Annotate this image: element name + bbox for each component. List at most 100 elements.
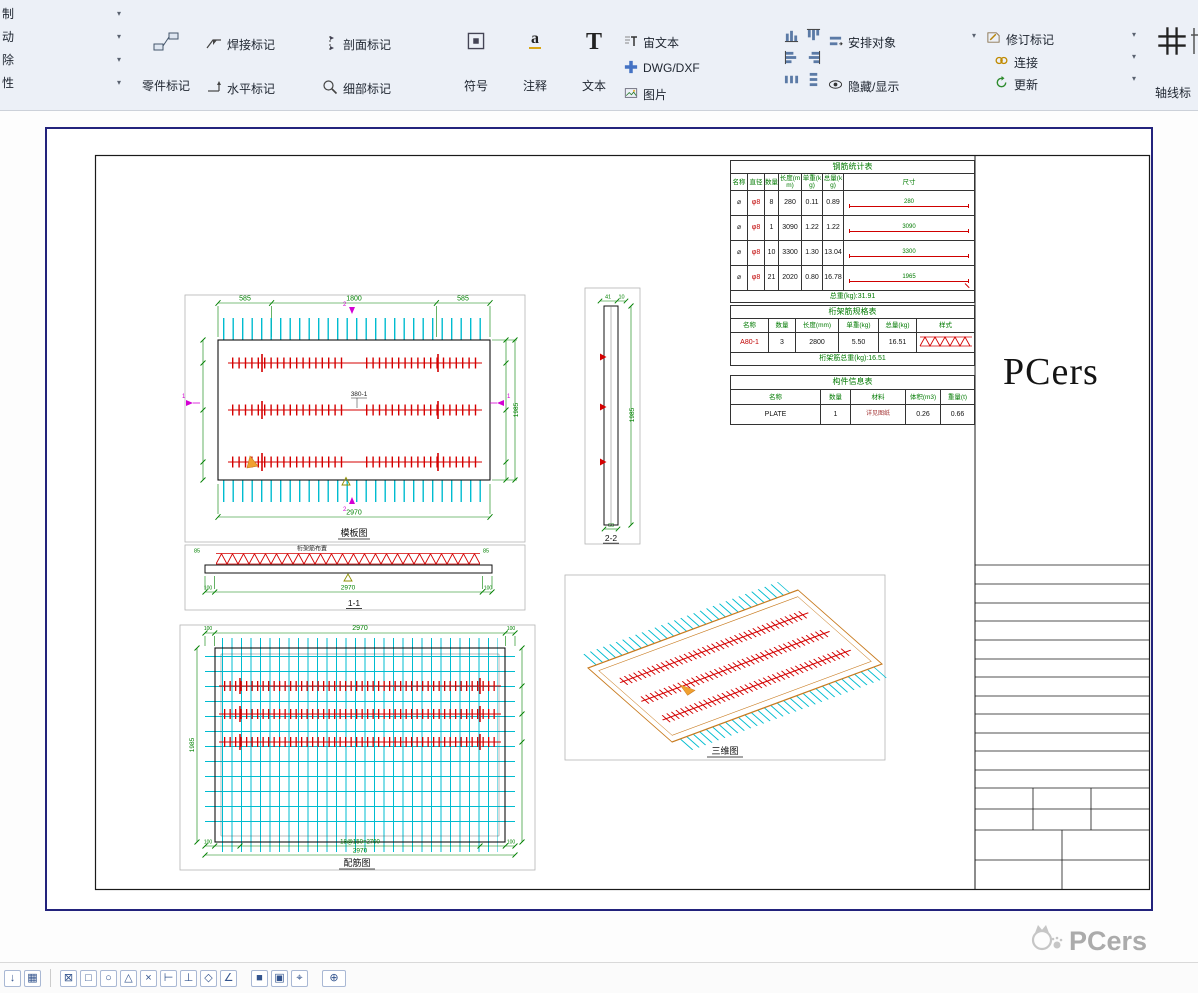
text-button[interactable]: T 文本 (568, 28, 620, 96)
toolbar-separator (50, 969, 51, 987)
dwg-dxf-label: DWG/DXF (643, 61, 700, 75)
table-title-row: 钢筋统计表 (731, 161, 975, 174)
refresh-icon (994, 75, 1009, 93)
chevron-down-icon[interactable]: ▾ (1132, 75, 1136, 83)
revision-mark-label: 修订标记 (1006, 31, 1054, 48)
text-file-button[interactable]: 宙文本 (624, 32, 679, 52)
dwg-dxf-button[interactable]: DWG/DXF (624, 58, 700, 78)
rebar-stat-table: 钢筋统计表 名称直径数量 长度(mm)单重(kg)总量(kg) 尺寸 ⌀φ8 8… (730, 160, 975, 303)
revision-mark-button[interactable]: 修订标记 (986, 29, 1054, 49)
arrange-objects-button[interactable]: 安排对象 (828, 32, 896, 52)
symbol-button[interactable]: 符号 (450, 28, 502, 96)
snap-toggle-button[interactable]: ⊥ (180, 970, 197, 987)
image-button[interactable]: 图片 (624, 84, 667, 104)
part-info-table: 构件信息表 名称数量材料 体积(m3)重量(t) PLATE1 详见图纸0.26… (730, 375, 975, 425)
ribbon-clipped-label: 制 (2, 5, 14, 22)
table-row: PLATE1 详见图纸0.26 0.66 (731, 405, 975, 425)
ribbon-clipped-label: 性 (2, 74, 14, 91)
symbol-icon (465, 30, 487, 55)
update-label: 更新 (1014, 76, 1038, 93)
align-bars-icon[interactable] (806, 28, 822, 44)
snap-extra-button[interactable]: ⌖ (291, 970, 308, 987)
snap-toolbar: ↓ ▦ ⊠ □ ○ △ × ⊢ ⊥ ◇ ∠ ■ ▣ ⌖ ⊕ (0, 962, 1198, 993)
image-icon (624, 86, 638, 103)
truss-style-cell (917, 333, 975, 353)
detail-mark-button[interactable]: 细部标记 (322, 78, 391, 98)
table-header-row: 名称数量材料 体积(m3)重量(t) (731, 390, 975, 405)
table-row: ⌀φ8 13090 1.221.22 3090 (731, 216, 975, 241)
tekla-drawing-editor: { "ribbon": { "clipped": ["制", "动", "除",… (0, 0, 1198, 993)
level-mark-button[interactable]: 水平标记 (206, 78, 275, 98)
align-bars-icon[interactable] (806, 50, 822, 66)
update-button[interactable]: 更新 (994, 74, 1038, 94)
table-footer-row: 桁架筋总重(kg):16.51 (731, 353, 975, 366)
align-bars-icon[interactable] (784, 50, 800, 66)
chevron-down-icon[interactable]: ▾ (117, 33, 121, 41)
table-row: ⌀φ8 8280 0.110.89 280 (731, 191, 975, 216)
chevron-down-icon[interactable]: ▾ (1132, 31, 1136, 39)
snap-toggle-button[interactable]: ∠ (220, 970, 237, 987)
snap-toggle-button[interactable]: ⊠ (60, 970, 77, 987)
truss-shape-icon (918, 335, 974, 348)
table-footer-row: 总重(kg):31.91 (731, 291, 975, 303)
snap-settings-button[interactable]: ⊕ (322, 970, 346, 987)
detail-mark-label: 细部标记 (343, 80, 391, 97)
annotation-button[interactable]: a 注释 (510, 28, 560, 96)
snap-toggle-button[interactable]: ⊢ (160, 970, 177, 987)
image-label: 图片 (643, 86, 667, 103)
ribbon-clipped-label: 动 (2, 28, 14, 45)
snap-toggle-button[interactable]: ○ (100, 970, 117, 987)
sheet-logo: PCers (1003, 350, 1099, 394)
table-title-row: 构件信息表 (731, 376, 975, 390)
weld-icon (206, 35, 222, 54)
drawing-sheet[interactable] (45, 127, 1153, 911)
text-file-icon (624, 34, 638, 51)
align-bars-icon[interactable] (784, 28, 800, 44)
grid-icon[interactable] (1191, 26, 1198, 61)
link-button[interactable]: 连接 (994, 52, 1038, 72)
snap-grid-button[interactable]: ▦ (24, 970, 41, 987)
level-mark-label: 水平标记 (227, 80, 275, 97)
table-row: ⌀φ8 212020 0.8016.78 1965 (731, 266, 975, 291)
chevron-down-icon[interactable]: ▾ (117, 56, 121, 64)
axis-mark-label[interactable]: 轴线标 (1155, 84, 1198, 101)
chevron-down-icon[interactable]: ▾ (117, 79, 121, 87)
snap-toggle-button[interactable]: × (140, 970, 157, 987)
part-mark-button[interactable]: 零件标记 (136, 28, 196, 96)
snap-toggle-button[interactable]: △ (120, 970, 137, 987)
watermark: PCers (1028, 922, 1147, 961)
snap-toggle-button[interactable]: □ (80, 970, 97, 987)
section-mark-icon (322, 35, 338, 54)
arrange-icon (828, 33, 843, 51)
table-row: A80-13 28005.50 16.51 (731, 333, 975, 353)
chevron-down-icon[interactable]: ▾ (117, 10, 121, 18)
distribute-bars-icon[interactable] (806, 72, 822, 88)
snap-extra-button[interactable]: ▣ (271, 970, 288, 987)
ribbon-item-delete-clipped[interactable]: 除 ▾ (0, 49, 127, 70)
cat-logo-icon (1028, 922, 1064, 961)
axis-grid-icon[interactable] (1156, 24, 1188, 63)
hide-show-button[interactable]: 隐藏/显示 (828, 76, 899, 96)
part-mark-label: 零件标记 (142, 77, 190, 94)
ribbon-item-move-clipped[interactable]: 动 ▾ (0, 26, 127, 47)
eye-icon (828, 77, 843, 95)
chevron-down-icon[interactable]: ▾ (1132, 53, 1136, 61)
table-header-row: 名称直径数量 长度(mm)单重(kg)总量(kg) 尺寸 (731, 174, 975, 191)
snap-origin-button[interactable]: ↓ (4, 970, 21, 987)
section-mark-label: 剖面标记 (343, 36, 391, 53)
section-mark-button[interactable]: 剖面标记 (322, 34, 391, 54)
distribute-bars-icon[interactable] (784, 72, 800, 88)
weld-mark-button[interactable]: 焊接标记 (206, 34, 275, 54)
table-row: ⌀φ8 103300 1.3013.04 3300 (731, 241, 975, 266)
link-icon (994, 53, 1009, 71)
snap-toggle-button[interactable]: ◇ (200, 970, 217, 987)
ribbon: 制 ▾ 动 ▾ 除 ▾ 性 ▾ 零件标记 焊接标记 (0, 0, 1198, 111)
part-mark-icon (152, 30, 180, 57)
chevron-down-icon[interactable]: ▾ (972, 32, 976, 40)
ribbon-item-properties-clipped[interactable]: 性 ▾ (0, 72, 127, 93)
ribbon-item-copy-clipped[interactable]: 制 ▾ (0, 3, 127, 24)
ribbon-clipped-label: 除 (2, 51, 14, 68)
plus-icon (624, 60, 638, 77)
text-label: 文本 (582, 77, 606, 94)
snap-extra-button[interactable]: ■ (251, 970, 268, 987)
